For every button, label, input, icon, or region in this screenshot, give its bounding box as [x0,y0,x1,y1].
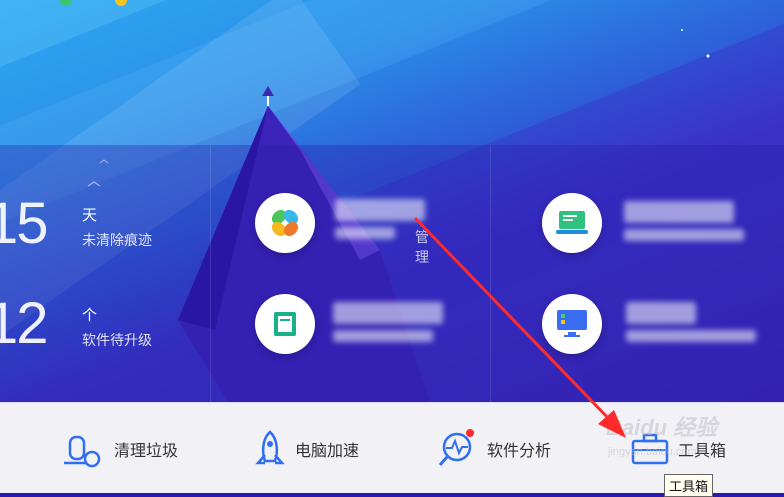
pinwheel-app-icon [255,193,315,253]
software-analysis-label: 软件分析 [487,443,552,460]
baidu-watermark-url: jingyan.baidu.com [608,446,697,458]
stats-panel [0,145,784,402]
magnifier-chart-icon [438,429,474,466]
notification-dot [466,429,474,437]
vacuum-cleaner-icon [64,435,101,468]
stat-unit: 个 [82,307,98,324]
blurred-text [333,302,443,324]
monitor-app-icon [542,294,602,354]
toolbox-tooltip: 工具箱 [664,474,714,497]
panel-divider [490,145,491,402]
card-text: 管理 [415,229,429,265]
blurred-text [626,330,756,342]
blurred-text [624,201,734,223]
stat-desc: 未清除痕迹 [82,232,152,248]
panel-divider [210,145,211,402]
laptop-app-icon [542,193,602,253]
software-analysis-button[interactable]: 软件分析 [435,425,551,473]
baidu-watermark: Baidu 经验 [606,415,718,440]
pc-speedup-button[interactable]: 电脑加速 [253,425,359,473]
clean-junk-button[interactable]: 清理垃圾 [60,425,178,473]
pc-speedup-label: 电脑加速 [295,443,360,460]
stat-unit: 天 [82,207,98,224]
blurred-text [335,227,395,239]
blurred-text [626,302,696,324]
stat-desc: 软件待升级 [82,332,152,348]
stat-number: 15 [0,191,48,256]
green-document-app-icon [255,294,315,354]
clean-junk-label: 清理垃圾 [114,443,179,460]
rocket-icon [255,430,285,465]
blurred-text [335,199,425,221]
blurred-text [624,229,744,241]
stat-number: 12 [0,291,48,356]
blurred-text [333,330,433,342]
